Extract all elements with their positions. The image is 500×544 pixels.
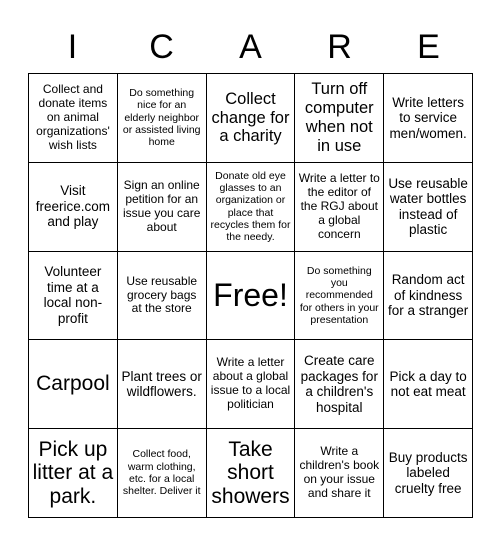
bingo-cell-text: Carpool	[36, 372, 110, 396]
bingo-cell-r4c3[interactable]: Write a letter about a global issue to a…	[206, 340, 296, 430]
bingo-cell-text: Do something you recommended for others …	[299, 264, 379, 327]
header-letter-5: E	[417, 28, 440, 66]
bingo-cell-text: Visit freerice.com and play	[35, 183, 111, 230]
bingo-cell-r5c4[interactable]: Write a children's book on your issue an…	[295, 429, 385, 518]
bingo-cell-r3c4[interactable]: Do something you recommended for others …	[295, 251, 385, 341]
bingo-cell-text: Turn off computer when not in use	[304, 80, 374, 155]
bingo-cell-r4c2[interactable]: Plant trees or wildflowers.	[117, 340, 207, 430]
bingo-cell-r3c5[interactable]: Random act of kindness for a stranger	[384, 251, 473, 341]
bingo-cell-text: Buy products labeled cruelty free	[388, 449, 468, 496]
header-letter-1: I	[67, 28, 78, 66]
bingo-cell-r2c5[interactable]: Use reusable water bottles instead of pl…	[384, 162, 473, 252]
header-letter-2: C	[149, 28, 174, 66]
bingo-cell-text: Free!	[213, 276, 288, 313]
bingo-cell-text: Write a letter about a global issue to a…	[210, 355, 291, 412]
bingo-cell-r4c1[interactable]: Carpool	[29, 340, 118, 430]
bingo-cell-text: Collect change for a charity	[211, 89, 290, 146]
bingo-cell-text: Donate old eye glasses to an organizatio…	[210, 169, 291, 244]
bingo-cell-text: Sign an online petition for an issue you…	[123, 177, 201, 234]
bingo-cell-text: Volunteer time at a local non-profit	[43, 264, 103, 326]
bingo-cell-text: Write a letter to the editor of the RGJ …	[298, 170, 380, 241]
bingo-cell-r2c2[interactable]: Sign an online petition for an issue you…	[117, 162, 207, 252]
bingo-header: I C A R E	[28, 22, 473, 72]
bingo-cell-r1c5[interactable]: Write letters to service men/women.	[384, 74, 473, 163]
bingo-cell-text: Create care packages for a children's ho…	[300, 353, 378, 415]
bingo-cell-text: Write letters to service men/women.	[389, 94, 467, 141]
bingo-grid: Collect and donate items on animal organ…	[28, 73, 473, 518]
bingo-cell-r3c3[interactable]: Free!	[206, 251, 296, 341]
bingo-cell-r4c4[interactable]: Create care packages for a children's ho…	[295, 340, 385, 430]
header-letter-4: R	[327, 28, 352, 66]
bingo-cell-text: Pick a day to not eat meat	[389, 368, 467, 400]
bingo-cell-r1c1[interactable]: Collect and donate items on animal organ…	[29, 74, 118, 163]
bingo-cell-r5c2[interactable]: Collect food, warm clothing, etc. for a …	[117, 429, 207, 518]
bingo-cell-r1c4[interactable]: Turn off computer when not in use	[295, 74, 385, 163]
bingo-cell-text: Plant trees or wildflowers.	[121, 368, 202, 400]
bingo-cell-r5c1[interactable]: Pick up litter at a park.	[29, 429, 118, 518]
bingo-cell-r2c3[interactable]: Donate old eye glasses to an organizatio…	[206, 162, 296, 252]
bingo-cell-text: Write a children's book on your issue an…	[299, 444, 380, 500]
bingo-cell-text: Collect food, warm clothing, etc. for a …	[122, 448, 201, 498]
header-letter-3: A	[239, 28, 262, 66]
bingo-cell-r1c2[interactable]: Do something nice for an elderly neighbo…	[117, 74, 207, 163]
bingo-cell-text: Random act of kindness for a stranger	[387, 272, 469, 319]
bingo-cell-text: Use reusable water bottles instead of pl…	[388, 175, 468, 238]
bingo-card: I C A R E Collect and donate items on an…	[0, 0, 500, 544]
bingo-cell-r5c3[interactable]: Take short showers	[206, 429, 296, 518]
bingo-cell-text: Pick up litter at a park.	[32, 437, 114, 508]
bingo-cell-text: Do something nice for an elderly neighbo…	[122, 86, 201, 149]
bingo-cell-r1c3[interactable]: Collect change for a charity	[206, 74, 296, 163]
bingo-cell-r5c5[interactable]: Buy products labeled cruelty free	[384, 429, 473, 518]
bingo-cell-r4c5[interactable]: Pick a day to not eat meat	[384, 340, 473, 430]
bingo-cell-r2c1[interactable]: Visit freerice.com and play	[29, 162, 118, 252]
bingo-cell-r2c4[interactable]: Write a letter to the editor of the RGJ …	[295, 162, 385, 252]
bingo-cell-text: Collect and donate items on animal organ…	[36, 82, 110, 152]
bingo-cell-r3c1[interactable]: Volunteer time at a local non-profit	[29, 251, 118, 341]
bingo-cell-r3c2[interactable]: Use reusable grocery bags at the store	[117, 251, 207, 341]
bingo-cell-text: Use reusable grocery bags at the store	[126, 273, 198, 316]
bingo-cell-text: Take short showers	[211, 437, 290, 508]
